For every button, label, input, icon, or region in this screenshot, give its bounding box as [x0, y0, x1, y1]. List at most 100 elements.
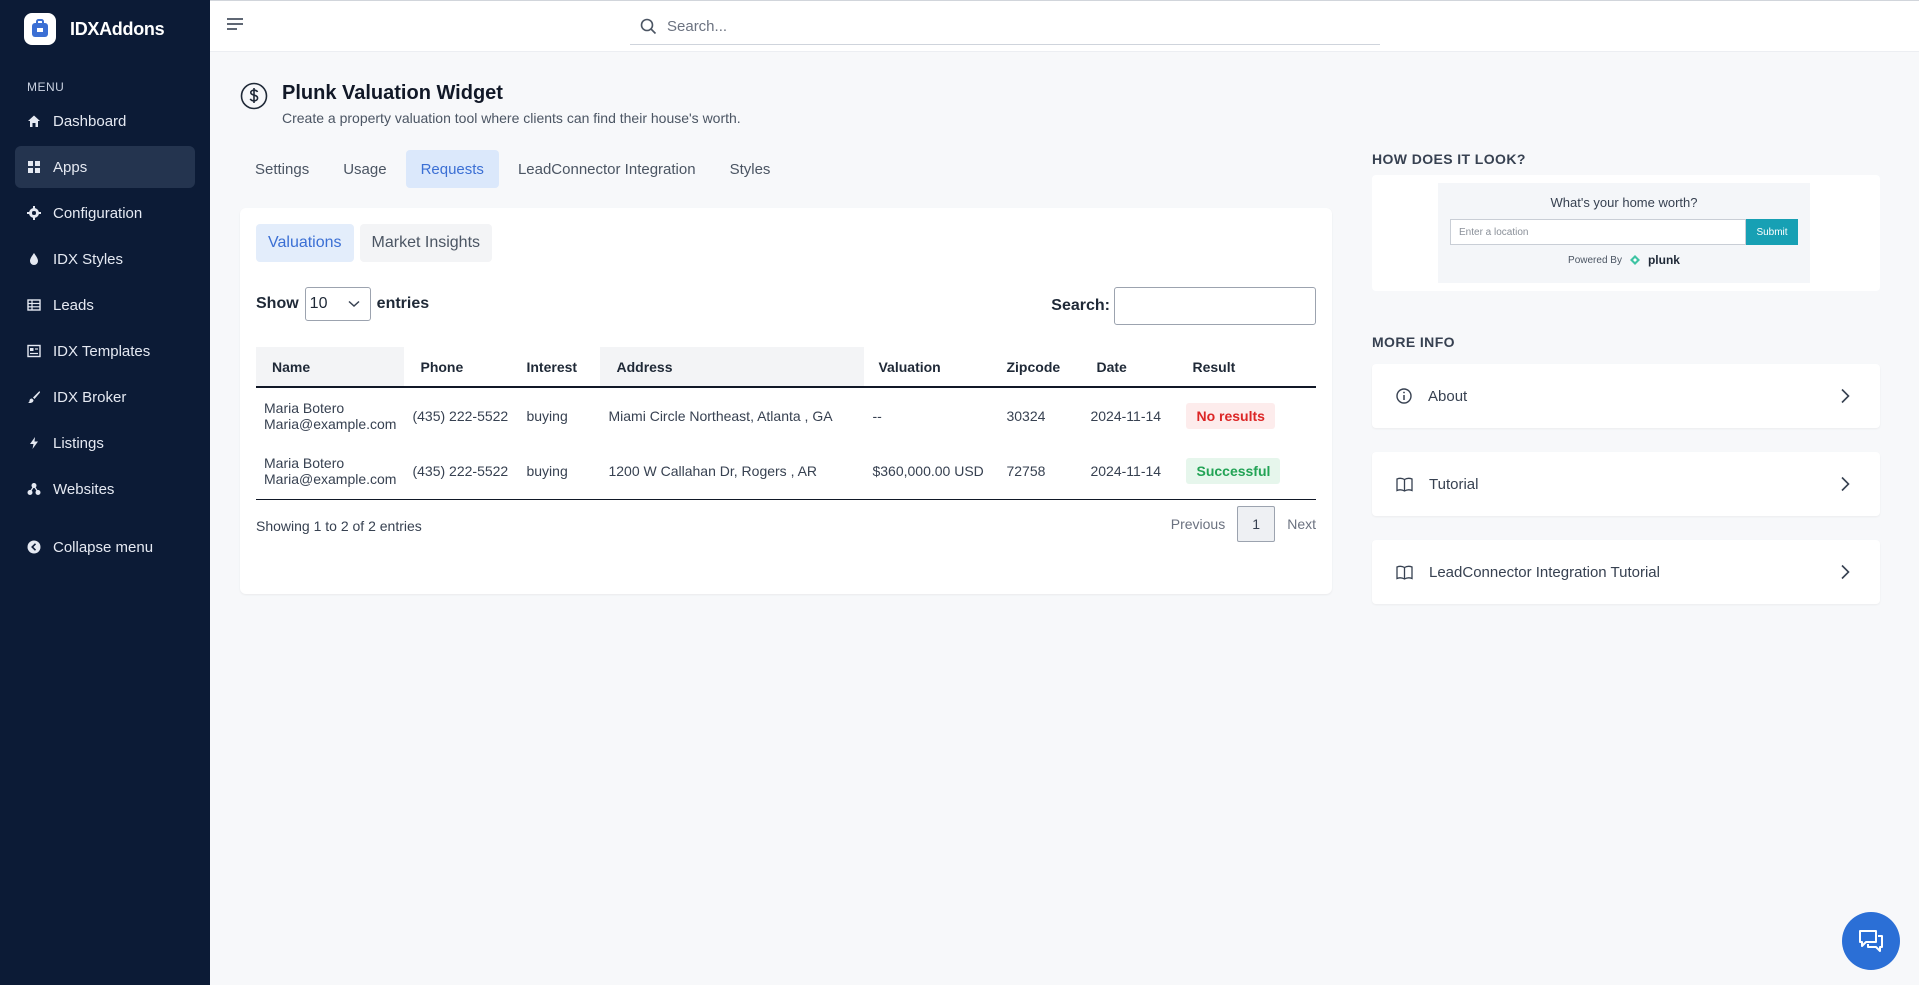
more-info-label: LeadConnector Integration Tutorial [1429, 563, 1660, 581]
book-icon [1396, 565, 1413, 580]
request-subtabs: Valuations Market Insights [256, 224, 493, 262]
cell-name: Maria Botero Maria@example.com [256, 387, 404, 443]
more-info-leadconnector-tutorial[interactable]: LeadConnector Integration Tutorial [1372, 540, 1880, 604]
template-icon [27, 344, 41, 358]
sidebar-nav: Dashboard Apps Configuration IDX Styles … [0, 100, 210, 568]
column-header-date[interactable]: Date [1082, 347, 1179, 388]
page-button-current[interactable]: 1 [1237, 506, 1276, 542]
menu-caption: MENU [27, 80, 65, 94]
cell-interest: buying [518, 443, 601, 500]
column-header-interest[interactable]: Interest [518, 347, 601, 388]
page-title: Plunk Valuation Widget [282, 82, 503, 104]
plunk-logo-icon [1629, 255, 1640, 265]
search-icon [640, 18, 657, 35]
tab-leadconnector-integration[interactable]: LeadConnector Integration [503, 150, 711, 188]
sidebar-item-idx-templates[interactable]: IDX Templates [15, 330, 195, 372]
page-subtitle: Create a property valuation tool where c… [282, 110, 741, 126]
sidebar-item-label: Dashboard [53, 112, 127, 130]
next-page-button[interactable]: Next [1287, 516, 1316, 532]
column-header-zipcode[interactable]: Zipcode [998, 347, 1083, 388]
subtab-market-insights[interactable]: Market Insights [359, 224, 493, 262]
sidebar-item-idx-styles[interactable]: IDX Styles [15, 238, 195, 280]
sidebar-item-listings[interactable]: Listings [15, 422, 195, 464]
column-header-valuation[interactable]: Valuation [864, 347, 999, 388]
sidebar-item-idx-broker[interactable]: IDX Broker [15, 376, 195, 418]
more-info-heading: MORE INFO [1372, 334, 1455, 350]
more-info-tutorial[interactable]: Tutorial [1372, 452, 1880, 516]
valuations-table: Name Phone Interest Address Valuation Zi… [256, 347, 1316, 500]
subtab-valuations[interactable]: Valuations [256, 224, 354, 262]
grid-icon [28, 161, 40, 173]
global-search-input[interactable] [667, 18, 1347, 35]
page-length-value: 10 [309, 295, 328, 312]
tab-settings[interactable]: Settings [240, 150, 324, 188]
collapse-menu-label: Collapse menu [53, 538, 154, 556]
tab-usage[interactable]: Usage [328, 150, 401, 188]
requests-card: Valuations Market Insights Show 10 entri… [240, 208, 1332, 594]
column-header-address[interactable]: Address [600, 347, 865, 388]
chat-widget-button[interactable] [1842, 912, 1900, 970]
sidebar-item-label: Leads [53, 296, 94, 314]
page-length-select[interactable]: 10 [304, 287, 371, 321]
sidebar-item-label: IDX Styles [53, 250, 124, 268]
table-search-input[interactable] [1114, 287, 1316, 325]
tab-styles[interactable]: Styles [715, 150, 786, 188]
lead-email: Maria@example.com [264, 470, 397, 487]
more-info-about[interactable]: About [1372, 364, 1880, 428]
sidebar-item-leads[interactable]: Leads [15, 284, 195, 326]
widget-title: What's your home worth? [1550, 195, 1698, 210]
cell-date: 2024-11-14 [1082, 443, 1179, 500]
column-header-result[interactable]: Result [1178, 347, 1316, 388]
widget-powered-by: Powered By plunk [1438, 253, 1810, 267]
cell-zipcode: 30324 [1006, 407, 1046, 424]
table-search-label: Search: [1051, 297, 1110, 314]
book-icon [1396, 477, 1413, 492]
table-header-row: Name Phone Interest Address Valuation Zi… [256, 347, 1316, 388]
brand[interactable]: IDXAddons [0, 0, 210, 58]
brush-icon [28, 391, 40, 403]
cell-phone: (435) 222-5522 [404, 443, 519, 500]
droplet-icon [30, 253, 38, 265]
chevron-right-icon [1841, 476, 1850, 492]
pagination: Previous 1 Next [1171, 506, 1316, 542]
sidebar-item-dashboard[interactable]: Dashboard [15, 100, 195, 142]
table-row: Maria Botero Maria@example.com (435) 222-… [256, 443, 1316, 500]
brand-name: IDXAddons [70, 18, 165, 39]
cell-result: No results [1178, 387, 1316, 443]
more-info-label: About [1428, 387, 1468, 405]
dollar-circle-icon [240, 82, 268, 110]
previous-page-button[interactable]: Previous [1171, 516, 1225, 532]
column-header-name[interactable]: Name [256, 347, 405, 388]
cell-valuation: -- [872, 407, 882, 424]
sidebar-item-label: Configuration [53, 204, 143, 222]
menu-toggle-icon[interactable] [226, 17, 244, 33]
widget-preview-frame: What's your home worth? Enter a location… [1438, 183, 1810, 283]
sidebar-item-label: Listings [53, 434, 104, 452]
preview-heading: HOW DOES IT LOOK? [1372, 151, 1526, 167]
network-icon [27, 483, 41, 495]
status-badge: No results [1186, 402, 1275, 429]
sidebar-item-websites[interactable]: Websites [15, 468, 195, 510]
sidebar-item-configuration[interactable]: Configuration [15, 192, 195, 234]
cell-address: Miami Circle Northeast, Atlanta , GA [608, 407, 833, 424]
global-search [630, 9, 1380, 45]
topbar [210, 0, 1919, 52]
cell-phone: (435) 222-5522 [412, 407, 509, 424]
table-row: Maria Botero Maria@example.com (435) 222-… [256, 387, 1316, 443]
app-tabs: Settings Usage Requests LeadConnector In… [240, 150, 785, 188]
show-label: Show [256, 295, 299, 312]
more-info-label: Tutorial [1429, 475, 1479, 493]
chevron-right-icon [1841, 564, 1850, 580]
arrow-left-circle-icon [27, 540, 41, 554]
widget-submit-button: Submit [1746, 219, 1798, 245]
sidebar: IDXAddons MENU Dashboard Apps Configurat… [0, 0, 210, 985]
chevron-down-icon [348, 300, 360, 308]
gear-icon [27, 206, 41, 220]
sidebar-item-label: Apps [53, 158, 88, 176]
tab-requests[interactable]: Requests [405, 150, 499, 188]
column-header-phone[interactable]: Phone [404, 347, 519, 388]
sidebar-item-apps[interactable]: Apps [15, 146, 195, 188]
chat-bubbles-icon [1859, 930, 1883, 952]
brand-logo-icon [24, 13, 56, 45]
collapse-menu-button[interactable]: Collapse menu [15, 526, 195, 568]
